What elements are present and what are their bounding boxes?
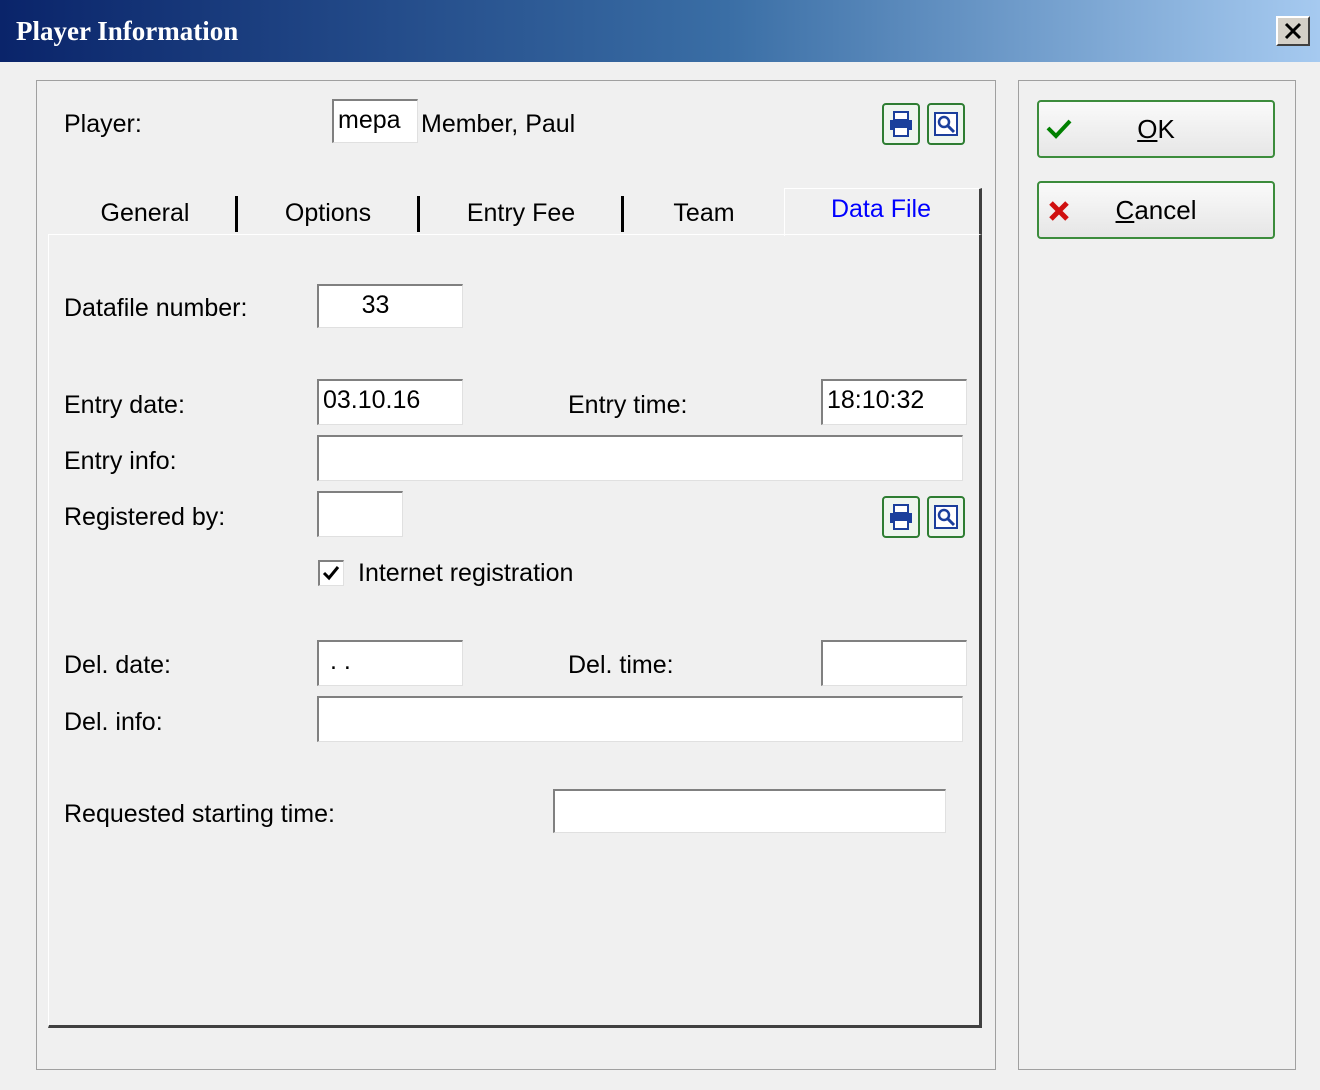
entry-time-label: Entry time:	[568, 391, 688, 419]
registered-print-button[interactable]	[882, 496, 920, 538]
registered-by-field[interactable]	[317, 491, 403, 537]
player-search-button[interactable]	[927, 103, 965, 145]
entry-info-label: Entry info:	[64, 447, 177, 475]
datafile-number-label: Datafile number:	[64, 294, 248, 322]
checkmark-icon	[322, 566, 340, 581]
search-icon	[934, 505, 958, 529]
tab-separator	[235, 196, 238, 232]
ok-label: OK	[1137, 114, 1175, 144]
del-time-label: Del. time:	[568, 651, 674, 679]
registered-search-button[interactable]	[927, 496, 965, 538]
cancel-button[interactable]: Cancel	[1037, 181, 1275, 239]
tab-general[interactable]: General	[56, 192, 234, 234]
player-name: Member, Paul	[421, 110, 576, 138]
tab-options[interactable]: Options	[240, 192, 416, 234]
close-button[interactable]	[1276, 16, 1310, 46]
print-icon	[890, 111, 912, 137]
requested-start-label: Requested starting time:	[64, 800, 335, 828]
tab-data-file[interactable]: Data File	[784, 190, 978, 232]
requested-start-field[interactable]	[553, 789, 946, 833]
player-code-field[interactable]: mepa	[332, 99, 418, 143]
del-info-label: Del. info:	[64, 708, 163, 736]
entry-time-field[interactable]: 18:10:32	[821, 379, 967, 425]
internet-registration-checkbox[interactable]	[318, 560, 344, 586]
entry-info-field[interactable]	[317, 435, 963, 481]
del-info-field[interactable]	[317, 696, 963, 742]
cancel-label: Cancel	[1115, 195, 1197, 225]
internet-registration-label: Internet registration	[358, 559, 574, 587]
entry-date-field[interactable]: 03.10.16	[317, 379, 463, 425]
datafile-number-field[interactable]: 33	[317, 284, 463, 328]
tab-separator	[417, 196, 420, 232]
tab-team[interactable]: Team	[626, 192, 782, 234]
tab-separator	[621, 196, 624, 232]
del-date-field[interactable]: . .	[317, 640, 463, 686]
ok-button[interactable]: OK	[1037, 100, 1275, 158]
registered-by-label: Registered by:	[64, 503, 226, 531]
close-icon	[1284, 22, 1302, 40]
print-icon	[890, 504, 912, 530]
window-title: Player Information	[16, 16, 239, 46]
player-label: Player:	[64, 110, 142, 138]
player-print-button[interactable]	[882, 103, 920, 145]
tab-page-data-file	[48, 234, 982, 1028]
del-time-field[interactable]	[821, 640, 967, 686]
entry-date-label: Entry date:	[64, 391, 185, 419]
tab-entry-fee[interactable]: Entry Fee	[422, 192, 620, 234]
del-date-label: Del. date:	[64, 651, 172, 679]
search-icon	[934, 112, 958, 136]
